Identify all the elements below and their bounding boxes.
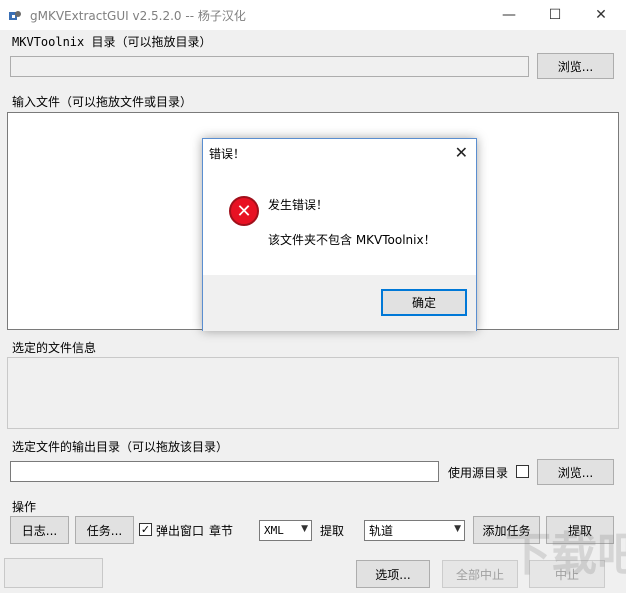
output-path-input[interactable] xyxy=(10,461,439,482)
mkvtoolnix-path-input[interactable] xyxy=(10,56,529,77)
app-icon xyxy=(9,11,21,20)
extract-mode-select[interactable]: 轨道 ▼ xyxy=(364,520,465,541)
extract-mode-label: 提取 xyxy=(320,524,345,538)
dialog-message: 该文件夹不包含 MKVToolnix！ xyxy=(268,233,436,247)
dialog-heading: 发生错误！ xyxy=(268,198,329,212)
title-bar: gMKVExtractGUI v2.5.2.0 -- 杨子汉化 — ☐ ✕ xyxy=(0,0,626,30)
maximize-button[interactable]: ☐ xyxy=(532,0,578,30)
close-button[interactable]: ✕ xyxy=(578,0,624,30)
actions-label: 操作 xyxy=(12,500,37,514)
file-info-box xyxy=(7,357,619,429)
output-dir-label: 选定文件的输出目录（可以拖放该目录） xyxy=(12,440,229,454)
dialog-title: 错误！ xyxy=(209,147,246,161)
use-source-dir-label: 使用源目录 xyxy=(448,466,509,480)
extract-mode-value: 轨道 xyxy=(369,524,394,538)
log-button[interactable]: 日志... xyxy=(10,516,69,544)
error-icon: ✕ xyxy=(229,196,259,226)
chevron-down-icon: ▼ xyxy=(454,524,461,534)
popup-label: 弹出窗口 xyxy=(156,524,205,538)
popup-checkbox[interactable]: ✓ xyxy=(139,523,152,536)
file-info-label: 选定的文件信息 xyxy=(12,341,97,355)
chapter-format-select[interactable]: XML ▼ xyxy=(259,520,312,541)
use-source-dir-checkbox[interactable] xyxy=(516,465,529,478)
minimize-button[interactable]: — xyxy=(486,0,532,30)
options-button[interactable]: 选项... xyxy=(356,560,430,588)
window-title: gMKVExtractGUI v2.5.2.0 -- 杨子汉化 xyxy=(30,9,246,23)
error-dialog: 错误！ ✕ ✕ 发生错误！ 该文件夹不包含 MKVToolnix！ 确定 xyxy=(202,138,477,331)
watermark-logo: 下载吧 xyxy=(505,527,626,581)
mkvtoolnix-dir-label: MKVToolnix 目录（可以拖放目录） xyxy=(12,35,212,49)
dialog-close-icon[interactable]: ✕ xyxy=(455,143,468,162)
input-files-label: 输入文件（可以拖放文件或目录） xyxy=(12,95,193,109)
ok-button[interactable]: 确定 xyxy=(381,289,467,316)
chapters-label: 章节 xyxy=(209,524,234,538)
tasks-button[interactable]: 任务... xyxy=(75,516,134,544)
mkvtoolnix-browse-button[interactable]: 浏览... xyxy=(537,53,614,79)
chapter-format-value: XML xyxy=(264,524,284,537)
status-panel xyxy=(4,558,103,588)
output-browse-button[interactable]: 浏览... xyxy=(537,459,614,485)
chevron-down-icon: ▼ xyxy=(301,524,308,534)
